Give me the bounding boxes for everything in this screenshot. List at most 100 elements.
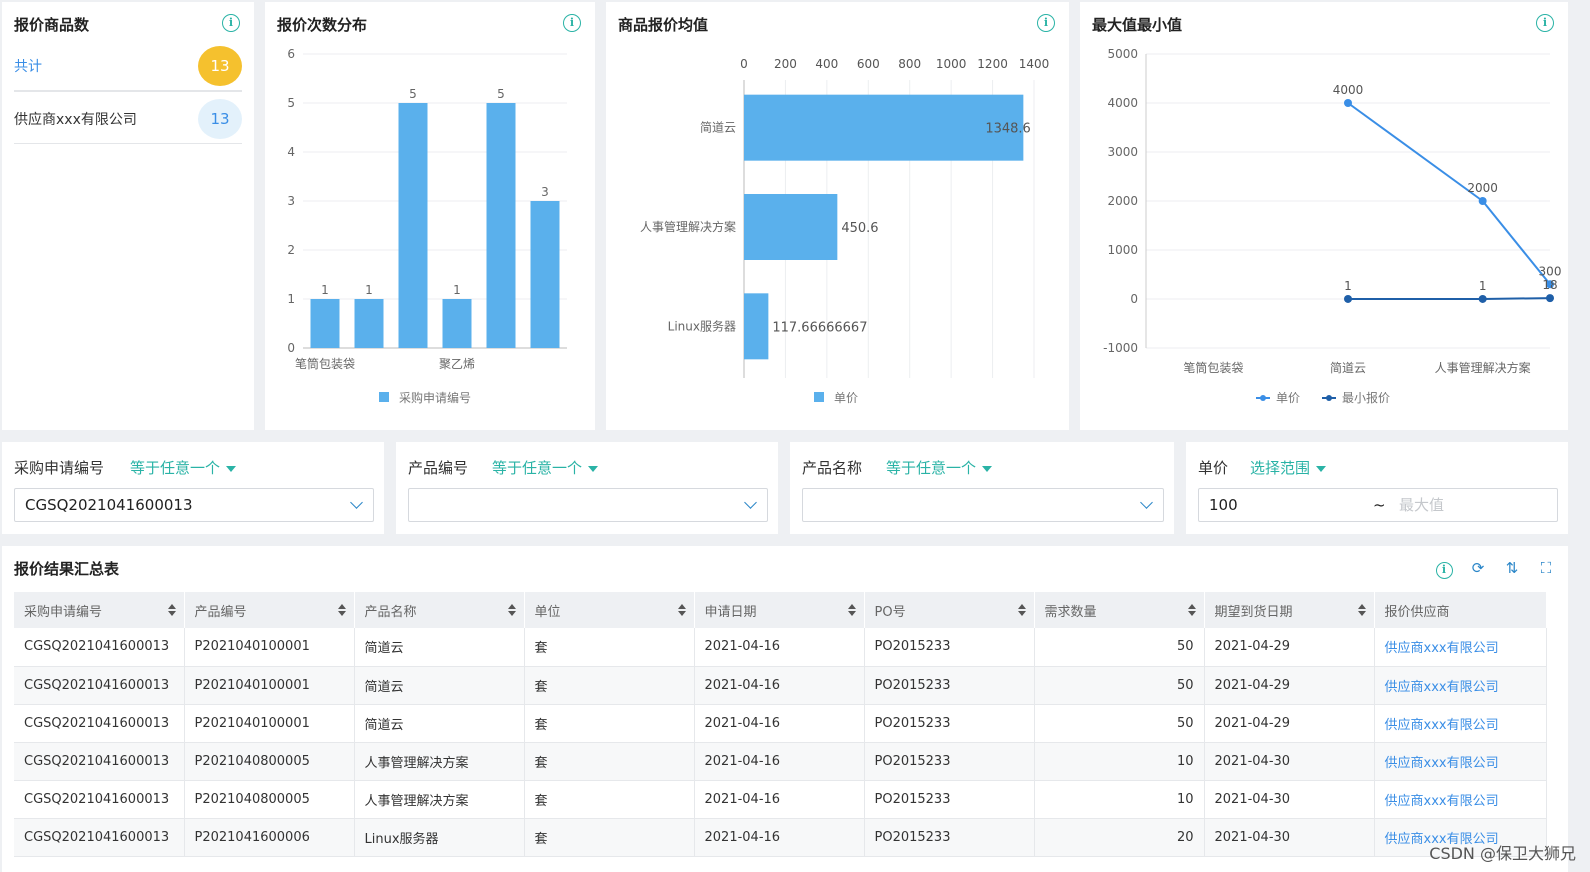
bar (442, 299, 472, 348)
table-cell: 50 (1034, 628, 1205, 667)
filter-label: 产品名称 (802, 459, 863, 477)
y-tick-label: 4 (287, 145, 295, 159)
chevron-down-icon (744, 496, 757, 509)
column-header-label: 采购申请编号 (24, 604, 103, 620)
column-header[interactable]: PO号 (864, 592, 1035, 628)
table-cell: 2021-04-30 (1204, 742, 1375, 781)
table-cell: PO2015233 (864, 666, 1035, 705)
column-header[interactable]: 申请日期 (694, 592, 865, 628)
table-row[interactable]: CGSQ2021041600013 P2021040800005 人事管理解决方案套… (14, 742, 1547, 781)
refresh-icon[interactable]: ⟳ (1468, 558, 1488, 578)
y-tick-label: 2000 (1107, 194, 1138, 208)
table-cell[interactable]: 供应商xxx有限公司 (1374, 666, 1547, 705)
filter-operator-label: 选择范围 (1250, 459, 1311, 477)
y-tick-label: 4000 (1107, 96, 1138, 110)
info-icon[interactable]: i (222, 14, 240, 32)
data-label: 2000 (1467, 181, 1498, 195)
column-header[interactable]: 产品编号 (184, 592, 355, 628)
bar (486, 103, 516, 348)
filter-operator-dropdown[interactable]: 等于任意一个 (492, 457, 599, 478)
card-title: 报价商品数 (14, 16, 90, 34)
filter-label: 单价 (1198, 459, 1229, 477)
chevron-down-icon (350, 496, 363, 509)
x-tick-label: 人事管理解决方案 (1435, 360, 1531, 375)
table-cell: 套 (524, 742, 695, 781)
caret-down-icon (588, 465, 599, 472)
legend-label: 单价 (1276, 391, 1300, 405)
bar (744, 194, 838, 260)
caret-down-icon (1316, 465, 1327, 472)
table-cell[interactable]: 供应商xxx有限公司 (1374, 704, 1547, 743)
sort-icon[interactable]: ⇅ (1502, 558, 1522, 578)
table-cell: 10 (1034, 780, 1205, 819)
table-body: CGSQ2021041600013 P2021040100001 简道云套 2021-… (14, 628, 1547, 857)
filter-operator-label: 等于任意一个 (886, 459, 977, 477)
filter-product-name: 产品名称 等于任意一个 (790, 442, 1174, 534)
table-cell: 10 (1034, 742, 1205, 781)
count-badge: 13 (198, 98, 242, 139)
y-tick-label: 1 (287, 292, 295, 306)
legend-swatch (814, 392, 824, 402)
data-label: 4000 (1333, 83, 1364, 97)
y-tick-label: 0 (287, 341, 295, 355)
x-tick-label: 简道云 (1330, 361, 1366, 375)
filter-operator-label: 等于任意一个 (130, 459, 221, 477)
table-cell: P2021040100001 (184, 628, 355, 667)
column-header[interactable]: 报价供应商 (1374, 592, 1547, 628)
filter-select[interactable] (408, 488, 768, 522)
x-tick-label: 1200 (977, 57, 1008, 71)
table-cell[interactable]: 供应商xxx有限公司 (1374, 628, 1547, 667)
table-cell: 套 (524, 818, 695, 857)
column-header[interactable]: 期望到货日期 (1204, 592, 1375, 628)
data-point (1546, 294, 1554, 303)
table-cell: 人事管理解决方案 (354, 780, 525, 819)
table-row[interactable]: CGSQ2021041600013 P2021041600006 Linux服务器套… (14, 818, 1547, 857)
data-point (1478, 197, 1487, 205)
table-cell: P2021040100001 (184, 666, 355, 705)
info-icon[interactable]: i (1434, 558, 1454, 579)
column-header[interactable]: 采购申请编号 (14, 592, 185, 628)
stat-row-total[interactable]: 共计 13 (14, 42, 242, 92)
table-cell: PO2015233 (864, 704, 1035, 743)
filter-operator-dropdown[interactable]: 等于任意一个 (886, 457, 993, 478)
table-cell: P2021040800005 (184, 742, 355, 781)
card-quote-frequency: 报价次数分布 i 0 1 2 3 4 5 6 1 笔筒包装袋 1 5 1 聚乙烯 5 3 采购申请编号 (265, 2, 595, 430)
stat-row-supplier[interactable]: 供应商xxx有限公司 13 (14, 94, 242, 144)
table-row[interactable]: CGSQ2021041600013 P2021040100001 简道云套 2021-… (14, 666, 1547, 705)
table-row[interactable]: CGSQ2021041600013 P2021040100001 简道云套 2021-… (14, 628, 1547, 667)
legend-label: 单价 (834, 391, 858, 405)
data-label: 450.6 (841, 221, 878, 236)
data-label: 5 (497, 87, 505, 101)
table-cell: CGSQ2021041600013 (14, 780, 185, 819)
card-max-min: 最大值最小值 i -1000 0 1000 2000 3000 4000 5000 笔筒包装袋… (1080, 2, 1568, 430)
filter-request-no: 采购申请编号 等于任意一个 CGSQ2021041600013 (2, 442, 384, 534)
column-header[interactable]: 产品名称 (354, 592, 525, 628)
table-row[interactable]: CGSQ2021041600013 P2021040100001 简道云套 2021-… (14, 704, 1547, 743)
watermark: CSDN @保卫大狮兄 (1429, 844, 1576, 863)
data-label: 3 (541, 185, 549, 199)
column-header-label: 产品名称 (364, 604, 417, 620)
table-cell[interactable]: 供应商xxx有限公司 (1374, 742, 1547, 781)
chevron-down-icon (1140, 496, 1153, 509)
table-cell: 2021-04-30 (1204, 818, 1375, 857)
table-row[interactable]: CGSQ2021041600013 P2021040800005 人事管理解决方案套… (14, 780, 1547, 819)
y-tick-label: 0 (1130, 292, 1138, 306)
range-min-input[interactable]: 100 (1209, 489, 1238, 521)
filter-label: 采购申请编号 (14, 459, 105, 477)
y-tick-label: 3 (287, 194, 295, 208)
fullscreen-icon[interactable]: ⛶ (1536, 558, 1556, 578)
filter-select[interactable] (802, 488, 1164, 522)
filter-select[interactable]: CGSQ2021041600013 (14, 488, 374, 522)
table-cell[interactable]: 供应商xxx有限公司 (1374, 780, 1547, 819)
filter-operator-dropdown[interactable]: 选择范围 (1250, 457, 1327, 478)
table-cell: 2021-04-16 (694, 628, 865, 667)
range-max-input[interactable]: 最大值 (1399, 489, 1444, 521)
column-header-label: 产品编号 (194, 604, 247, 620)
bar (744, 293, 769, 360)
column-header[interactable]: 单位 (524, 592, 695, 628)
x-tick-label: 400 (815, 57, 838, 71)
filter-operator-label: 等于任意一个 (492, 459, 583, 477)
filter-operator-dropdown[interactable]: 等于任意一个 (130, 457, 237, 478)
column-header[interactable]: 需求数量 (1034, 592, 1205, 628)
table-cell: PO2015233 (864, 628, 1035, 667)
